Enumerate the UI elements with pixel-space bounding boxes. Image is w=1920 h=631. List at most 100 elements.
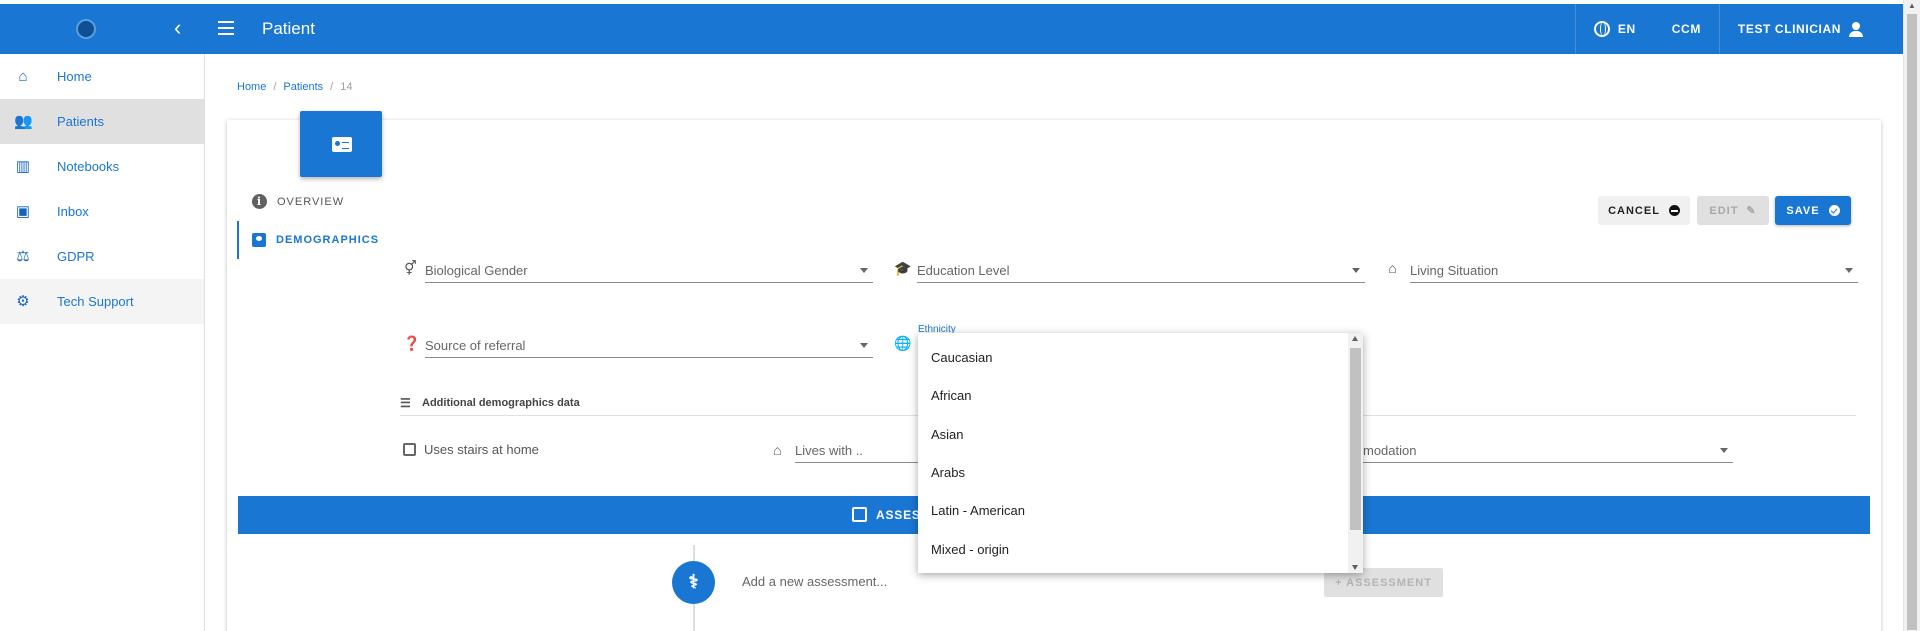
breadcrumb-current: 14: [340, 81, 353, 93]
top-right-actions: EN CCM TEST CLINICIAN: [1574, 4, 1903, 54]
education-level-value: Education Level: [917, 263, 1010, 278]
dropdown-scrollbar[interactable]: [1348, 333, 1363, 573]
tab-demographics-label: DEMOGRAPHICS: [276, 234, 380, 246]
scroll-down-icon[interactable]: [1352, 565, 1358, 570]
uses-stairs-checkbox[interactable]: [403, 443, 416, 456]
page: ‹ Patient EN CCM TEST CLINICIAN ⌂ Home 👥…: [0, 0, 1920, 631]
gavel-icon: ⚖: [16, 247, 30, 265]
module-button[interactable]: CCM: [1654, 4, 1719, 54]
house-search-icon: ⌂: [773, 442, 782, 458]
source-of-referral-value: Source of referral: [425, 338, 526, 353]
school-icon: 🎓: [894, 260, 912, 276]
save-button[interactable]: SAVE: [1775, 196, 1851, 225]
page-scrollbar[interactable]: ▲: [1903, 0, 1920, 631]
sidebar-item-label: Notebooks: [57, 159, 120, 174]
module-label: CCM: [1671, 22, 1701, 36]
gender-icon: ⚥: [404, 260, 417, 276]
chevron-down-icon: [860, 343, 868, 348]
ethnicity-option[interactable]: Arabs: [931, 465, 965, 480]
help-icon: ❓: [403, 335, 421, 351]
people-icon: 👥: [14, 112, 33, 130]
accommodation-select[interactable]: modation: [1363, 437, 1733, 463]
top-app-bar: ‹ Patient EN CCM TEST CLINICIAN: [0, 4, 1903, 54]
ethnicity-option[interactable]: African: [931, 388, 971, 403]
remove-circle-icon: [1668, 205, 1680, 216]
bar-chart-icon: ▥: [15, 157, 31, 175]
account-icon: [1849, 22, 1863, 37]
pencil-icon: ✎: [1746, 205, 1757, 217]
edit-button[interactable]: EDIT ✎: [1697, 196, 1769, 225]
assignment-icon: [852, 507, 867, 522]
sidebar-item-label: Home: [57, 69, 92, 84]
chevron-down-icon: [1720, 448, 1728, 453]
biological-gender-select[interactable]: Biological Gender: [425, 257, 873, 283]
sidebar-item-home[interactable]: ⌂ Home: [0, 54, 204, 99]
source-of-referral-select[interactable]: Source of referral: [425, 332, 873, 358]
collapse-sidebar-icon[interactable]: ‹: [174, 14, 181, 42]
breadcrumb-patients[interactable]: Patients: [283, 81, 323, 93]
language-selector[interactable]: EN: [1574, 4, 1654, 54]
scroll-up-icon[interactable]: [1352, 336, 1358, 341]
home-icon: ⌂: [18, 67, 28, 85]
new-assessment-input[interactable]: Add a new assessment...: [742, 574, 887, 589]
sidebar-item-label: Inbox: [57, 204, 89, 219]
education-level-select[interactable]: Education Level: [917, 257, 1365, 283]
tab-overview[interactable]: i OVERVIEW: [252, 194, 344, 209]
sidebar-item-inbox[interactable]: ▣ Inbox: [0, 189, 204, 234]
uses-stairs-label: Uses stairs at home: [424, 442, 539, 457]
biological-gender-value: Biological Gender: [425, 263, 528, 278]
ethnicity-option[interactable]: Latin - American: [931, 503, 1025, 518]
patient-card-badge: [300, 111, 382, 177]
globe-icon: 🌐: [894, 335, 912, 351]
lives-with-input[interactable]: Lives with ..: [795, 437, 925, 463]
inbox-icon: ▣: [15, 202, 31, 220]
edit-label: EDIT: [1709, 204, 1739, 217]
scroll-up-icon[interactable]: ▲: [1908, 2, 1916, 10]
contact-icon: [252, 233, 266, 247]
sidebar-item-gdpr[interactable]: ⚖ GDPR: [0, 234, 204, 279]
additional-demographics-title: Additional demographics data: [422, 397, 580, 409]
tab-overview-label: OVERVIEW: [277, 195, 345, 208]
ethnicity-option[interactable]: Mixed - origin: [931, 542, 1009, 557]
support-icon: ⚙: [16, 292, 30, 310]
sidebar-item-tech-support[interactable]: ⚙ Tech Support: [0, 279, 204, 324]
home-icon: ⌂: [1388, 260, 1397, 276]
page-title: Patient: [262, 19, 315, 38]
sidebar-item-label: Tech Support: [57, 294, 134, 309]
breadcrumb: Home / Patients/14: [237, 81, 353, 93]
sidebar-item-notebooks[interactable]: ▥ Notebooks: [0, 144, 204, 189]
brand-area: ‹: [0, 4, 204, 54]
ethnicity-dropdown: Caucasian African Asian Arabs Latin - Am…: [918, 333, 1363, 573]
living-situation-value: Living Situation: [1410, 263, 1499, 278]
sidebar-item-patients[interactable]: 👥 Patients: [0, 99, 204, 144]
check-circle-icon: [1828, 205, 1840, 216]
breadcrumb-home[interactable]: Home: [237, 81, 266, 93]
person-list-icon: ☰: [400, 396, 411, 410]
scroll-thumb[interactable]: [1907, 14, 1917, 630]
chevron-down-icon: [1352, 268, 1360, 273]
stethoscope-icon: ⚕: [672, 561, 715, 604]
cancel-label: CANCEL: [1608, 204, 1660, 217]
save-label: SAVE: [1786, 204, 1820, 217]
language-label: EN: [1617, 22, 1636, 36]
app-logo: [76, 19, 96, 39]
chevron-down-icon: [1845, 268, 1853, 273]
ethnicity-option[interactable]: Caucasian: [931, 350, 992, 365]
sidebar-item-label: Patients: [57, 114, 104, 129]
globe-icon: [1593, 21, 1610, 37]
sidebar: ⌂ Home 👥 Patients ▥ Notebooks ▣ Inbox ⚖ …: [0, 54, 205, 631]
lives-with-value: Lives with ..: [795, 443, 863, 458]
chevron-down-icon: [860, 268, 868, 273]
living-situation-select[interactable]: Living Situation: [1410, 257, 1858, 283]
scroll-thumb[interactable]: [1350, 348, 1361, 530]
ethnicity-option[interactable]: Asian: [931, 427, 964, 442]
sidebar-item-label: GDPR: [57, 249, 95, 264]
user-name: TEST CLINICIAN: [1737, 22, 1841, 36]
accommodation-value: modation: [1363, 443, 1417, 458]
cancel-button[interactable]: CANCEL: [1598, 196, 1690, 225]
menu-icon[interactable]: [218, 17, 236, 41]
user-menu[interactable]: TEST CLINICIAN: [1718, 4, 1903, 54]
id-card-icon: [332, 137, 352, 152]
tab-demographics[interactable]: DEMOGRAPHICS: [237, 221, 397, 259]
info-icon: i: [252, 194, 267, 209]
